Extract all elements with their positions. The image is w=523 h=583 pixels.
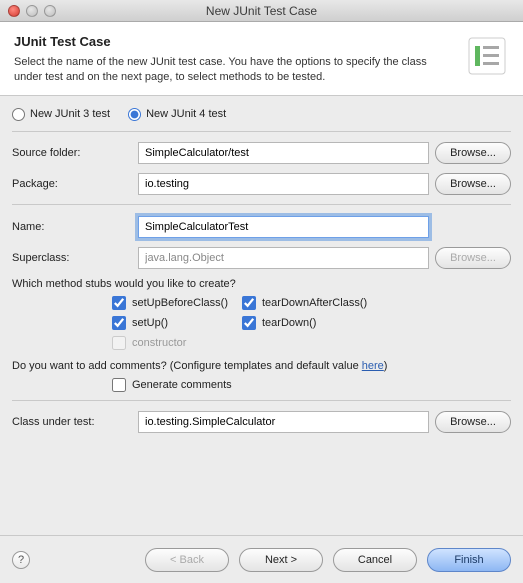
next-button[interactable]: Next >	[239, 548, 323, 572]
titlebar: New JUnit Test Case	[0, 0, 523, 22]
chk-setupbeforeclass-input[interactable]	[112, 296, 126, 310]
package-label: Package:	[12, 178, 132, 190]
chk-setupbeforeclass[interactable]: setUpBeforeClass()	[112, 296, 242, 310]
browse-superclass-button: Browse...	[435, 247, 511, 269]
window-title: New JUnit Test Case	[0, 4, 523, 18]
class-under-test-input[interactable]	[138, 411, 429, 433]
chk-setupbeforeclass-label: setUpBeforeClass()	[132, 297, 228, 309]
cancel-button[interactable]: Cancel	[333, 548, 417, 572]
chk-teardownafterclass-label: tearDownAfterClass()	[262, 297, 367, 309]
stubs-grid: setUpBeforeClass() tearDownAfterClass() …	[112, 296, 511, 350]
chk-teardown[interactable]: tearDown()	[242, 316, 412, 330]
back-button: < Back	[145, 548, 229, 572]
chk-teardown-label: tearDown()	[262, 317, 316, 329]
page-title: JUnit Test Case	[14, 34, 457, 49]
chk-setup[interactable]: setUp()	[112, 316, 242, 330]
chk-constructor-label: constructor	[132, 337, 186, 349]
comments-question: Do you want to add comments? (Configure …	[12, 360, 511, 372]
page-description: Select the name of the new JUnit test ca…	[14, 55, 457, 85]
source-folder-input[interactable]	[138, 142, 429, 164]
chk-generate-comments-label: Generate comments	[132, 379, 232, 391]
superclass-label: Superclass:	[12, 252, 132, 264]
chk-teardown-input[interactable]	[242, 316, 256, 330]
radio-junit4[interactable]: New JUnit 4 test	[128, 108, 226, 121]
configure-templates-link[interactable]: here	[362, 360, 384, 372]
radio-junit3-label: New JUnit 3 test	[30, 108, 110, 120]
chk-teardownafterclass[interactable]: tearDownAfterClass()	[242, 296, 412, 310]
radio-junit4-input[interactable]	[128, 108, 141, 121]
chk-generate-comments-input[interactable]	[112, 378, 126, 392]
browse-package-button[interactable]: Browse...	[435, 173, 511, 195]
chk-constructor-input	[112, 336, 126, 350]
class-under-test-label: Class under test:	[12, 416, 132, 428]
junit-version-group: New JUnit 3 test New JUnit 4 test	[12, 106, 511, 132]
radio-junit4-label: New JUnit 4 test	[146, 108, 226, 120]
wizard-footer: ? < Back Next > Cancel Finish	[0, 535, 523, 583]
name-input[interactable]	[138, 216, 429, 238]
chk-generate-comments[interactable]: Generate comments	[112, 378, 511, 392]
help-button[interactable]: ?	[12, 551, 30, 569]
junit-icon	[465, 34, 509, 78]
wizard-content: New JUnit 3 test New JUnit 4 test Source…	[0, 96, 523, 510]
browse-class-under-test-button[interactable]: Browse...	[435, 411, 511, 433]
chk-setup-input[interactable]	[112, 316, 126, 330]
package-input[interactable]	[138, 173, 429, 195]
chk-constructor[interactable]: constructor	[112, 336, 242, 350]
finish-button[interactable]: Finish	[427, 548, 511, 572]
chk-teardownafterclass-input[interactable]	[242, 296, 256, 310]
superclass-input[interactable]	[138, 247, 429, 269]
comments-prefix: Do you want to add comments? (Configure …	[12, 360, 362, 372]
radio-junit3[interactable]: New JUnit 3 test	[12, 108, 110, 121]
comments-suffix: )	[384, 360, 388, 372]
stubs-question: Which method stubs would you like to cre…	[12, 278, 511, 290]
wizard-header: JUnit Test Case Select the name of the n…	[0, 22, 523, 96]
name-label: Name:	[12, 221, 132, 233]
browse-source-folder-button[interactable]: Browse...	[435, 142, 511, 164]
source-folder-label: Source folder:	[12, 147, 132, 159]
radio-junit3-input[interactable]	[12, 108, 25, 121]
chk-setup-label: setUp()	[132, 317, 168, 329]
